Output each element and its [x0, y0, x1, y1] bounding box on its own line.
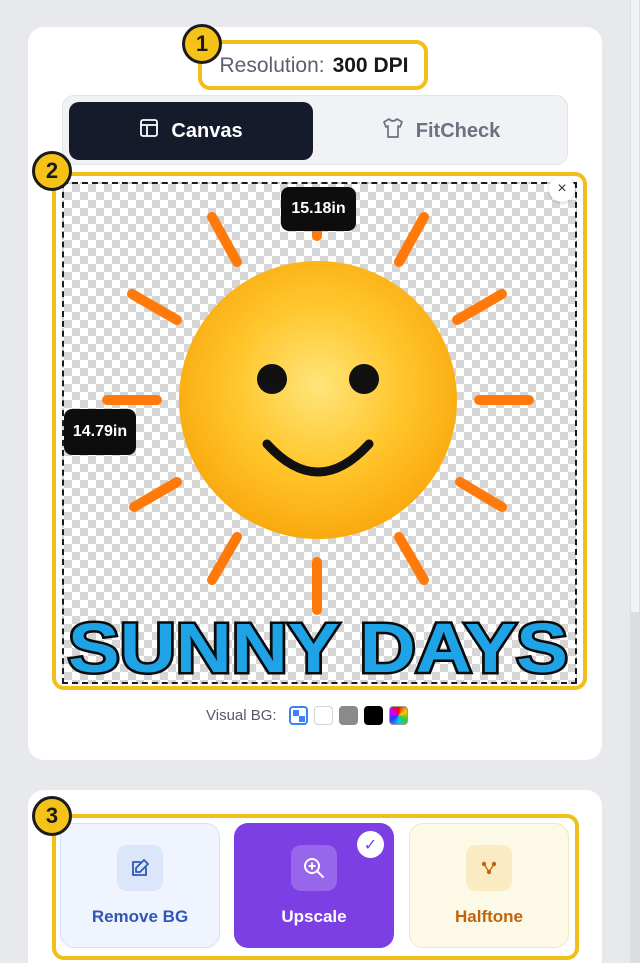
sunny-days-text: SUNNY DAYS [68, 609, 568, 684]
width-measurement: 15.18in [281, 187, 356, 231]
edit-icon [117, 844, 163, 891]
tab-fitcheck-label: FitCheck [415, 119, 501, 142]
resolution-value: 300 DPI [332, 54, 409, 77]
halftone-label: Halftone [455, 906, 523, 926]
visual-bg-label: Visual BG: [206, 706, 277, 724]
sun-left-eye [257, 364, 287, 394]
halftone-button[interactable]: Halftone [409, 823, 569, 948]
tab-canvas[interactable]: Canvas [69, 102, 313, 160]
upscale-label: Upscale [281, 906, 347, 926]
close-icon[interactable]: × [549, 176, 575, 202]
shirt-icon [382, 117, 404, 145]
tab-fitcheck[interactable]: FitCheck [319, 102, 563, 160]
scrollbar[interactable] [630, 0, 640, 963]
resolution-display: Resolution: 300 DPI [200, 42, 428, 90]
tab-canvas-label: Canvas [171, 119, 243, 142]
height-measurement: 14.79in [64, 409, 136, 455]
visual-bg-selector: Visual BG: [206, 704, 408, 726]
annotation-badge-1: 1 [182, 24, 222, 64]
bg-swatch-black[interactable] [363, 705, 383, 725]
layout-icon [139, 118, 159, 144]
sun-face [179, 261, 457, 539]
sun-right-eye [349, 364, 379, 394]
selected-check-icon: ✓ [357, 831, 384, 858]
annotation-badge-3: 3 [32, 796, 72, 836]
resolution-label: Resolution: [219, 54, 325, 77]
view-tabs: Canvas FitCheck [62, 95, 568, 165]
remove-bg-button[interactable]: Remove BG [60, 823, 220, 948]
bg-swatch-gray[interactable] [338, 705, 358, 725]
bg-swatch-white[interactable] [313, 705, 333, 725]
dots-icon [466, 844, 512, 891]
annotation-badge-2: 2 [32, 151, 72, 191]
sun-artwork[interactable]: SUNNY DAYS [62, 182, 577, 684]
bg-swatch-rainbow[interactable] [388, 705, 408, 725]
bg-swatch-transparent[interactable] [288, 705, 308, 725]
scrollbar-thumb[interactable] [631, 0, 639, 612]
remove-bg-label: Remove BG [91, 906, 189, 926]
zoom-in-icon [291, 844, 337, 891]
